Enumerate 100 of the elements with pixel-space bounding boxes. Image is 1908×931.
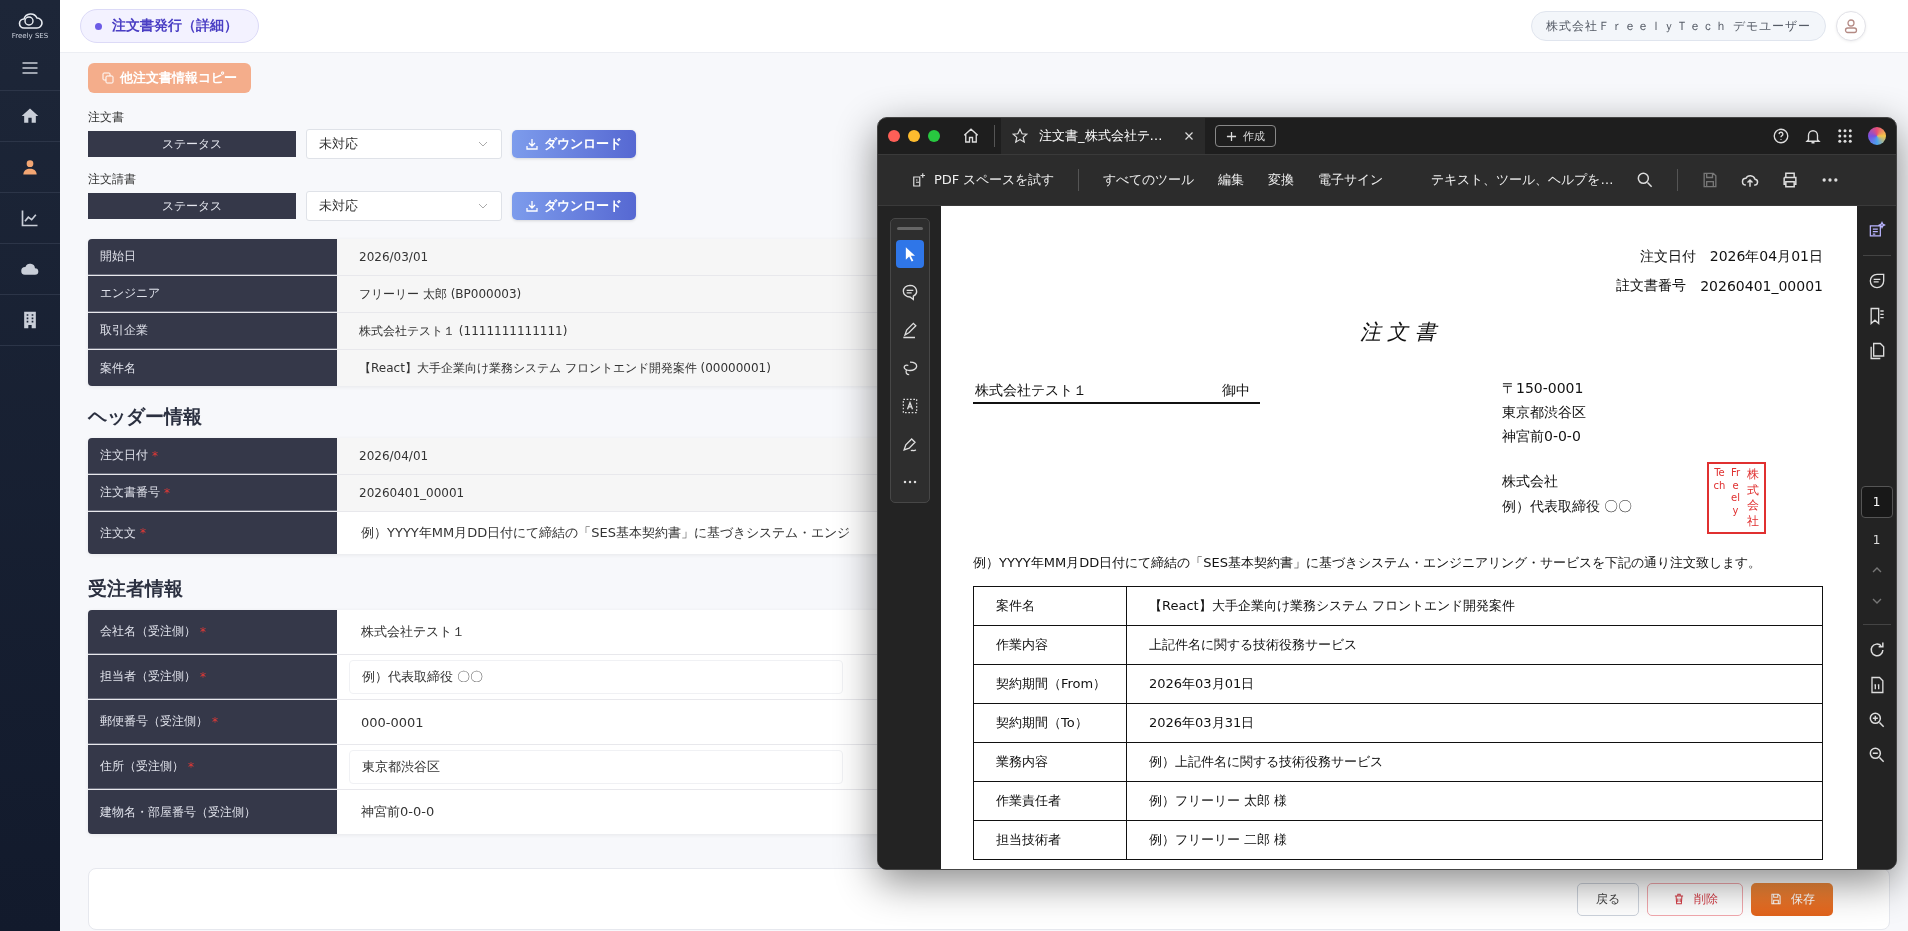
plus-icon	[1225, 130, 1237, 142]
field-label: 案件名	[88, 350, 337, 386]
toolbar-menu-item[interactable]: 変換	[1256, 171, 1307, 189]
document-tab[interactable]: 注文書_株式会社テ…	[1001, 118, 1205, 154]
field-label: 注文文 *	[88, 512, 337, 554]
sparkle-document-icon	[910, 171, 928, 189]
sender-company: 株式会社	[1502, 473, 1558, 490]
field-label: 取引企業	[88, 313, 337, 349]
home-icon[interactable]	[20, 106, 40, 126]
page-number-field[interactable]: 1	[1860, 486, 1893, 518]
status-label: ステータス	[88, 193, 296, 219]
field-value: 神宮前0-0-0	[360, 803, 435, 821]
field-value: 20260401_00001	[359, 486, 465, 500]
date-label: 注文日付	[1639, 247, 1696, 266]
seal-text: Freely	[1729, 467, 1741, 517]
address-line: 神宮前0-0-0	[1502, 428, 1581, 444]
table-cell: 2026年03月31日	[1126, 703, 1823, 743]
table-cell: 【React】大手企業向け業務システム フロントエンド開発案件	[1126, 586, 1823, 626]
table-cell: 契約期間（To）	[973, 703, 1127, 743]
bell-icon[interactable]	[1804, 127, 1822, 145]
table-cell: 案件名	[973, 586, 1127, 626]
page-count: 1	[1872, 533, 1881, 547]
recipient-name: 株式会社テスト１	[975, 382, 1087, 400]
status-dropdown[interactable]: 未対応	[306, 129, 502, 159]
download-button[interactable]: ダウンロード	[512, 192, 636, 220]
table-cell: 例）フリーリー 太郎 様	[1126, 781, 1823, 821]
field-value: フリーリー 太郎 (BP000003)	[359, 285, 522, 303]
toolbar-menu-item[interactable]: 電子サイン	[1306, 171, 1396, 189]
avatar-icon[interactable]	[1868, 127, 1886, 145]
download-icon	[526, 138, 538, 150]
maximize-icon[interactable]	[928, 130, 940, 142]
address-line: 〒150-0001	[1502, 380, 1584, 396]
field-label: 会社名（受注側） *	[88, 610, 337, 654]
sender-representative: 例）代表取締役 〇〇	[1502, 498, 1633, 515]
field-label: 郵便番号（受注側） *	[88, 700, 337, 744]
status-dropdown[interactable]: 未対応	[306, 191, 502, 221]
star-icon[interactable]	[1011, 127, 1029, 145]
field-label: 注文日付 *	[88, 438, 337, 474]
apps-grid-icon[interactable]	[1836, 127, 1854, 145]
trash-icon	[1672, 892, 1686, 906]
honorific: 御中	[1222, 382, 1251, 400]
download-button[interactable]: ダウンロード	[512, 130, 636, 158]
logo-icon	[17, 10, 43, 30]
table-cell: 例）フリーリー 二郎 様	[1126, 820, 1823, 860]
field-value: 株式会社テスト１	[360, 623, 465, 641]
section-heading: 受注者情報	[88, 577, 183, 599]
field-value: 2026/03/01	[359, 250, 429, 264]
table-cell: 作業内容	[973, 625, 1127, 665]
section-heading: ヘッダー情報	[88, 405, 202, 427]
chart-icon[interactable]	[20, 208, 40, 228]
toolbar-menu-item[interactable]: すべてのツール	[1091, 171, 1207, 189]
field-label: 建物名・部屋番号（受注側）	[88, 790, 337, 834]
field-value: 株式会社テスト１ (1111111111111)	[359, 322, 568, 340]
field-value: 【React】大手企業向け業務システム フロントエンド開発案件 (00000001)	[359, 359, 771, 377]
cursor-icon[interactable]	[895, 240, 924, 268]
table-cell: 例）上記件名に関する技術役務サービス	[1126, 742, 1823, 782]
toolbar-menu-item[interactable]: 編集	[1206, 171, 1257, 189]
help-icon[interactable]	[1772, 127, 1790, 145]
intro-paragraph: 例）YYYY年MM月DD日付にて締結の「SES基本契約書」に基づきシステム・エンジニアリング・サービスを下記の通り注文致します。	[973, 554, 1762, 573]
address-line: 東京都渋谷区	[1502, 404, 1586, 420]
save-icon	[1769, 892, 1783, 906]
person-icon[interactable]	[20, 157, 40, 177]
copy-icon	[102, 72, 114, 84]
document-title: 注 文 書	[1359, 320, 1437, 344]
text-field[interactable]: 東京都渋谷区	[349, 750, 843, 784]
breadcrumb-tab[interactable]: 注文書発行（詳細）	[80, 9, 259, 43]
table-cell: 担当技術者	[973, 820, 1127, 860]
user-name[interactable]: 株式会社ＦｒｅｅｌｙＴｅｃｈ デモユーザー	[1531, 11, 1826, 41]
seal-text: Tech	[1713, 467, 1726, 492]
number-value: 20260401_00001	[1700, 277, 1823, 294]
field-label: 担当者（受注側） *	[88, 655, 337, 699]
back-button[interactable]: 戻る	[1577, 882, 1639, 916]
seal-text: 株式会社	[1745, 467, 1760, 530]
table-cell: 作業責任者	[973, 781, 1127, 821]
field-label: 注文書番号 *	[88, 475, 337, 511]
search-field[interactable]: テキスト、ツール、ヘルプを…	[1419, 171, 1626, 189]
field-label: エンジニア	[88, 276, 337, 312]
number-label: 註文書番号	[1616, 276, 1687, 295]
text-field[interactable]: 例）代表取締役 〇〇	[349, 660, 843, 694]
field-value: 2026/04/01	[359, 449, 429, 463]
table-cell: 2026年03月01日	[1126, 664, 1823, 704]
field-label: 住所（受注側） *	[88, 745, 337, 789]
field-label: 開始日	[88, 239, 337, 275]
minimize-icon[interactable]	[908, 130, 920, 142]
status-label: ステータス	[88, 131, 296, 157]
try-spaces-button[interactable]: PDF スペースを試す	[898, 171, 1067, 189]
table-cell: 上記件名に関する技術役務サービス	[1126, 625, 1823, 665]
avatar-button[interactable]	[1836, 11, 1866, 41]
table-cell: 契約期間（From）	[973, 664, 1127, 704]
home-icon[interactable]	[962, 127, 980, 145]
field-value: 例）YYYY年MM月DD日付にて締結の「SES基本契約書」に基づきシステム・エンジ	[361, 524, 850, 542]
create-button[interactable]: 作成	[1214, 125, 1276, 147]
field-value: 000-0001	[360, 714, 424, 730]
download-icon	[526, 200, 538, 212]
close-icon[interactable]	[1182, 130, 1195, 142]
section-label: 注文書	[88, 110, 124, 124]
close-icon[interactable]	[888, 130, 900, 142]
section-label: 注文請書	[88, 172, 136, 186]
table-cell: 業務内容	[973, 742, 1127, 782]
delete-button[interactable]: 削除	[1647, 882, 1743, 916]
